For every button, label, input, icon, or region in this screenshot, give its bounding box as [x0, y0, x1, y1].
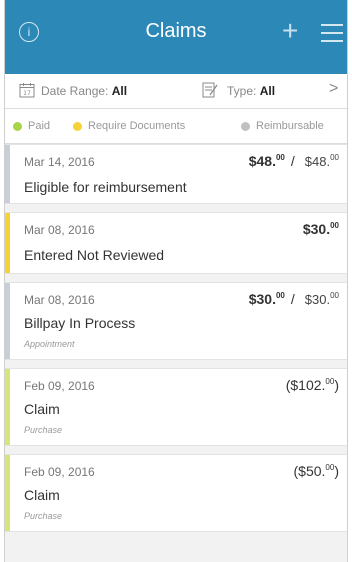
claims-list: Mar 14, 2016 Eligible for reimbursement $4… — [5, 144, 347, 532]
add-claim-icon[interactable]: + — [282, 17, 298, 45]
claim-date: Feb 09, 2016 — [24, 465, 95, 479]
claim-date: Mar 08, 2016 — [24, 293, 95, 307]
claim-amount: $48.00/$48.00 — [249, 153, 339, 169]
legend-reimbursable: Reimbursable — [241, 120, 324, 132]
claim-amount: ($102.00) — [286, 377, 339, 393]
filter-bar: 17 Date Range: All Type: All > — [5, 74, 347, 109]
legend-require-documents: Require Documents — [73, 120, 185, 132]
amount-main-cents: 00 — [325, 463, 335, 472]
claim-card[interactable]: Feb 09, 2016 Claim Purchase ($102.00) — [5, 368, 347, 446]
claim-card[interactable]: Mar 08, 2016 Entered Not Reviewed $30.00 — [5, 212, 347, 274]
date-range-value: All — [111, 84, 128, 98]
type-label: Type: — [227, 84, 260, 98]
amount-main-cents: 00 — [325, 377, 335, 386]
amount-secondary-dollars: $30. — [304, 292, 331, 307]
claim-status-bar — [5, 283, 10, 359]
calendar-icon[interactable]: 17 — [19, 82, 35, 98]
claim-status: Claim — [24, 401, 60, 417]
type-filter[interactable]: Type: All — [227, 84, 275, 98]
legend-dot-require-documents — [73, 121, 82, 131]
amount-main-dollars: $30. — [248, 291, 276, 307]
amount-main-close: ) — [334, 463, 339, 479]
claim-amount: $30.00/$30.00 — [249, 291, 339, 307]
claim-amount-secondary: $48.00 — [304, 153, 339, 169]
legend-label: Require Documents — [88, 120, 186, 132]
claim-category: Purchase — [24, 425, 63, 435]
claim-card[interactable]: Feb 09, 2016 Claim Purchase ($50.00) — [5, 454, 347, 532]
claim-status-bar — [5, 213, 10, 273]
amount-main-dollars: $48. — [248, 153, 276, 169]
document-type-icon[interactable] — [201, 81, 219, 99]
amount-separator: / — [290, 291, 295, 307]
claim-amount-main: $48.00 — [249, 153, 285, 169]
amount-main-dollars: ($102. — [285, 377, 326, 393]
claim-amount: $30.00 — [303, 221, 339, 237]
type-value: All — [259, 84, 276, 98]
amount-main-cents: 00 — [275, 153, 285, 162]
app-header: i Claims + — [5, 0, 347, 74]
legend-paid: Paid — [13, 120, 50, 132]
amount-main-dollars: $30. — [302, 221, 331, 237]
claim-card[interactable]: Mar 08, 2016 Billpay In Process Appointmen… — [5, 282, 347, 360]
claim-status: Eligible for reimbursement — [24, 179, 187, 195]
claim-status-bar — [5, 145, 10, 203]
claim-amount: ($50.00) — [294, 463, 340, 479]
claim-card[interactable]: Mar 14, 2016 Eligible for reimbursement $4… — [5, 144, 347, 204]
claim-date: Mar 14, 2016 — [24, 155, 95, 169]
menu-icon[interactable] — [321, 24, 343, 42]
claim-date: Mar 08, 2016 — [24, 223, 95, 237]
claim-category: Appointment — [24, 339, 75, 349]
amount-main-dollars: ($50. — [293, 463, 326, 479]
claim-amount-main: ($50.00) — [294, 463, 340, 479]
claim-date: Feb 09, 2016 — [24, 379, 95, 393]
chevron-right-icon[interactable]: > — [329, 80, 338, 98]
svg-text:17: 17 — [23, 90, 31, 97]
claim-amount-secondary: $30.00 — [304, 291, 339, 307]
legend-label: Paid — [28, 120, 51, 132]
amount-secondary-dollars: $48. — [304, 154, 331, 169]
amount-main-cents: 00 — [275, 291, 285, 300]
claim-amount-main: $30.00 — [303, 221, 339, 237]
claim-amount-main: ($102.00) — [286, 377, 339, 393]
amount-separator: / — [290, 153, 295, 169]
app-frame: i Claims + 17 Date Range: All Type: All … — [4, 0, 348, 562]
claim-status-bar — [5, 455, 10, 531]
claim-status: Claim — [24, 487, 60, 503]
date-range-filter[interactable]: Date Range: All — [41, 84, 127, 98]
legend-dot-paid — [13, 121, 22, 131]
claim-status-bar — [5, 369, 10, 445]
claim-category: Purchase — [24, 511, 63, 521]
date-range-label: Date Range: — [41, 84, 112, 98]
claim-status: Entered Not Reviewed — [24, 247, 165, 263]
status-legend: Paid Require Documents Reimbursable — [5, 109, 347, 144]
claim-amount-main: $30.00 — [249, 291, 285, 307]
amount-secondary-cents: 00 — [330, 291, 339, 300]
claim-status: Billpay In Process — [24, 315, 136, 331]
legend-dot-reimbursable — [241, 121, 250, 131]
amount-main-close: ) — [334, 377, 339, 393]
legend-label: Reimbursable — [256, 120, 324, 132]
amount-secondary-cents: 00 — [330, 153, 339, 162]
amount-main-cents: 00 — [330, 221, 339, 230]
